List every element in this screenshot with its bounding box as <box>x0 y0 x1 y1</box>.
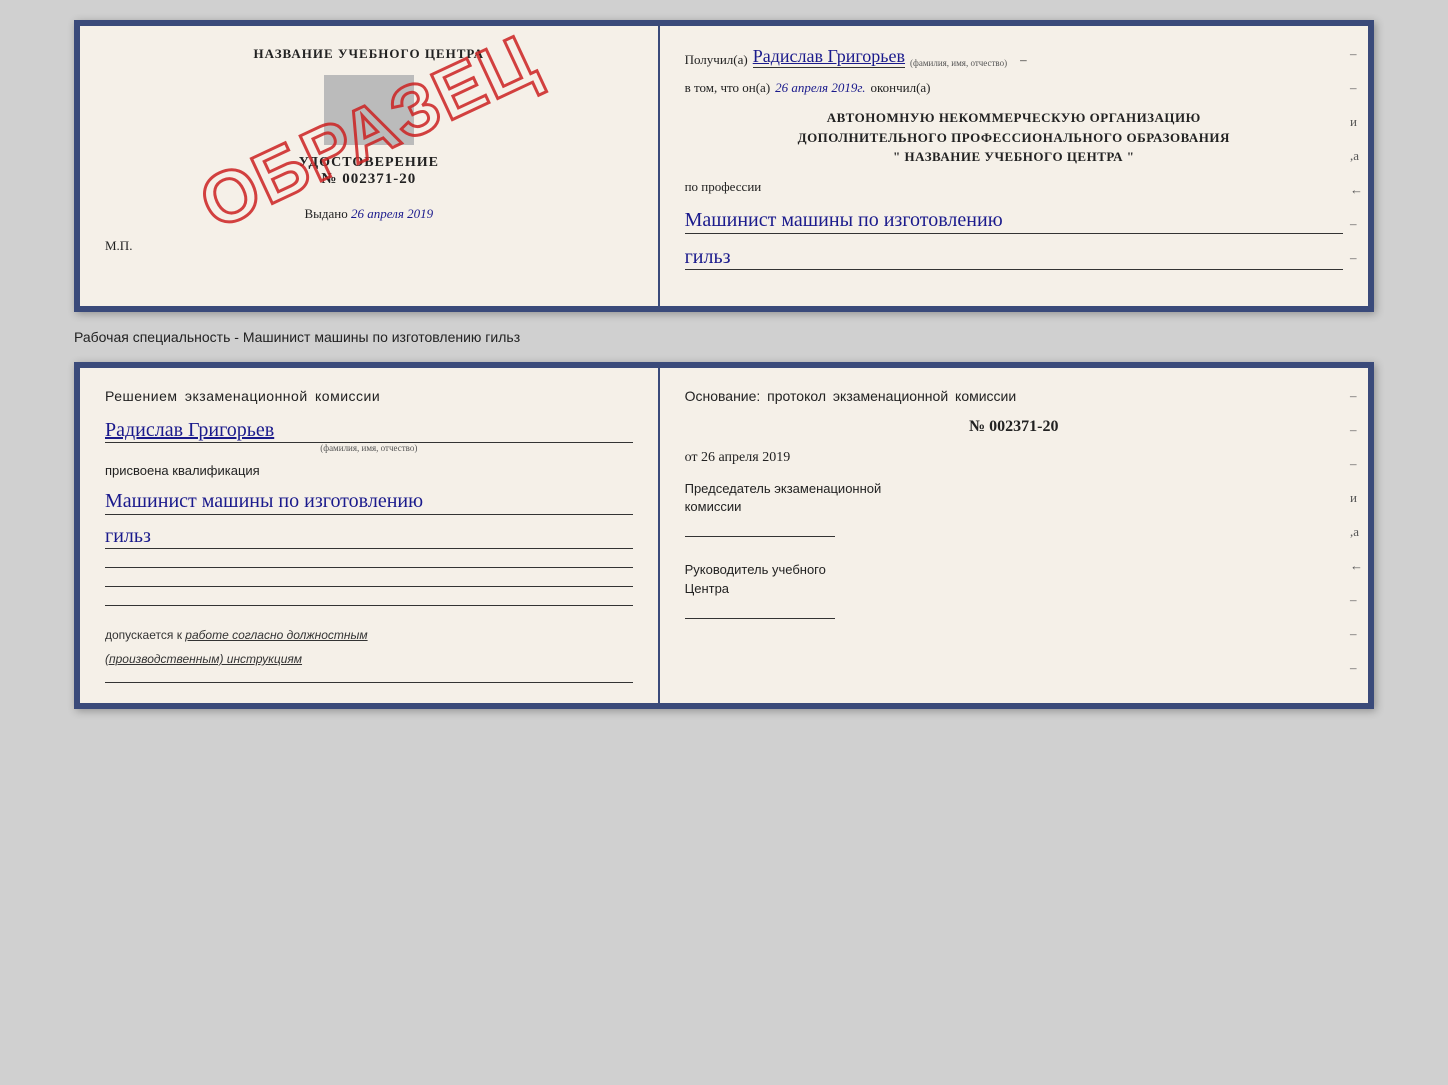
specialty-label: Рабочая специальность - Машинист машины … <box>74 324 1374 350</box>
poluchil-row: Получил(а) Радислав Григорьев (фамилия, … <box>685 46 1343 68</box>
org-line3: " НАЗВАНИЕ УЧЕБНОГО ЦЕНТРА " <box>685 147 1343 167</box>
top-document: НАЗВАНИЕ УЧЕБНОГО ЦЕНТРА УДОСТОВЕРЕНИЕ №… <box>74 20 1374 312</box>
rukovoditel-signature <box>685 618 835 619</box>
osnovaniye-text: Основание: протокол экзаменационной коми… <box>685 388 1343 404</box>
bottom-name-row: Радислав Григорьев (фамилия, имя, отчест… <box>105 419 633 453</box>
vtom-date: 26 апреля 2019г. <box>775 80 865 96</box>
rukovoditel-line2: Центра <box>685 580 1343 598</box>
bottom-right-panel: Основание: протокол экзаменационной коми… <box>660 368 1368 703</box>
poluchil-label: Получил(а) <box>685 52 748 68</box>
name-label: (фамилия, имя, отчество) <box>910 58 1007 68</box>
rukovoditel-line1: Руководитель учебного <box>685 561 1343 579</box>
profession-line1: Машинист машины по изготовлению <box>685 207 1343 234</box>
bottom-name-label: (фамилия, имя, отчество) <box>105 443 633 453</box>
rukovoditel-block: Руководитель учебного Центра <box>685 561 1343 618</box>
dopuskaetsya-label: допускается к <box>105 628 182 642</box>
line2 <box>105 586 633 587</box>
dash1: – <box>1020 52 1027 68</box>
predsedatel-line1: Председатель экзаменационной <box>685 480 1343 498</box>
line4 <box>105 682 633 683</box>
side-dashes-bottom: – – – и ,а ← – – – <box>1350 388 1363 676</box>
org-line1: АВТОНОМНУЮ НЕКОММЕРЧЕСКУЮ ОРГАНИЗАЦИЮ <box>685 108 1343 128</box>
udost-label: УДОСТОВЕРЕНИЕ <box>299 155 439 171</box>
dopuskaetsya-row: допускается к работе согласно должностны… <box>105 628 633 642</box>
prisvoena-label: присвоена квалификация <box>105 463 633 478</box>
predsedatel-signature <box>685 536 835 537</box>
rabote-text: работе согласно должностным <box>185 628 367 642</box>
ot-prefix: от <box>685 450 698 465</box>
bottom-profession-line1: Машинист машины по изготовлению <box>105 488 633 515</box>
side-dashes-top: – – и ,а ← – – <box>1350 46 1363 266</box>
bottom-left-panel: Решением экзаменационной комиссии Радисл… <box>80 368 660 703</box>
vtom-row: в том, что он(а) 26 апреля 2019г. окончи… <box>685 80 1343 96</box>
mp-text: М.П. <box>105 238 132 254</box>
resheniem-text: Решением экзаменационной комиссии <box>105 388 633 404</box>
instrukciyam-text: (производственным) инструкциям <box>105 652 302 666</box>
bottom-document: Решением экзаменационной комиссии Радисл… <box>74 362 1374 709</box>
vydano-date: 26 апреля 2019 <box>351 206 433 221</box>
okonchil-label: окончил(а) <box>870 80 930 96</box>
ot-date: 26 апреля 2019 <box>701 450 790 465</box>
stamp-area: УДОСТОВЕРЕНИЕ № 002371-20 ОБРАЗЕЦ <box>105 75 633 188</box>
gray-placeholder <box>324 75 414 145</box>
top-right-panel: Получил(а) Радислав Григорьев (фамилия, … <box>660 26 1368 306</box>
profession-line2: гильз <box>685 246 1343 270</box>
line1 <box>105 567 633 568</box>
vydano-row: Выдано 26 апреля 2019 <box>304 206 433 222</box>
line3 <box>105 605 633 606</box>
top-left-panel: НАЗВАНИЕ УЧЕБНОГО ЦЕНТРА УДОСТОВЕРЕНИЕ №… <box>80 26 660 306</box>
protocol-number: № 002371-20 <box>685 418 1343 436</box>
bottom-profession-line2: гильз <box>105 525 633 549</box>
org-block: АВТОНОМНУЮ НЕКОММЕРЧЕСКУЮ ОРГАНИЗАЦИЮ ДО… <box>685 108 1343 167</box>
top-left-title: НАЗВАНИЕ УЧЕБНОГО ЦЕНТРА <box>254 46 485 62</box>
predsedatel-line2: комиссии <box>685 498 1343 516</box>
org-line2: ДОПОЛНИТЕЛЬНОГО ПРОФЕССИОНАЛЬНОГО ОБРАЗО… <box>685 128 1343 148</box>
instrukciyam-row: (производственным) инструкциям <box>105 652 633 666</box>
bottom-recipient-name: Радислав Григорьев <box>105 419 633 443</box>
udost-number: № 002371-20 <box>321 171 416 188</box>
ot-row: от 26 апреля 2019 <box>685 450 1343 466</box>
recipient-name: Радислав Григорьев <box>753 46 905 68</box>
vtom-prefix: в том, что он(а) <box>685 80 771 96</box>
po-professii-label: по профессии <box>685 179 1343 195</box>
vydano-label: Выдано <box>304 206 347 221</box>
predsedatel-block: Председатель экзаменационной комиссии <box>685 480 1343 537</box>
